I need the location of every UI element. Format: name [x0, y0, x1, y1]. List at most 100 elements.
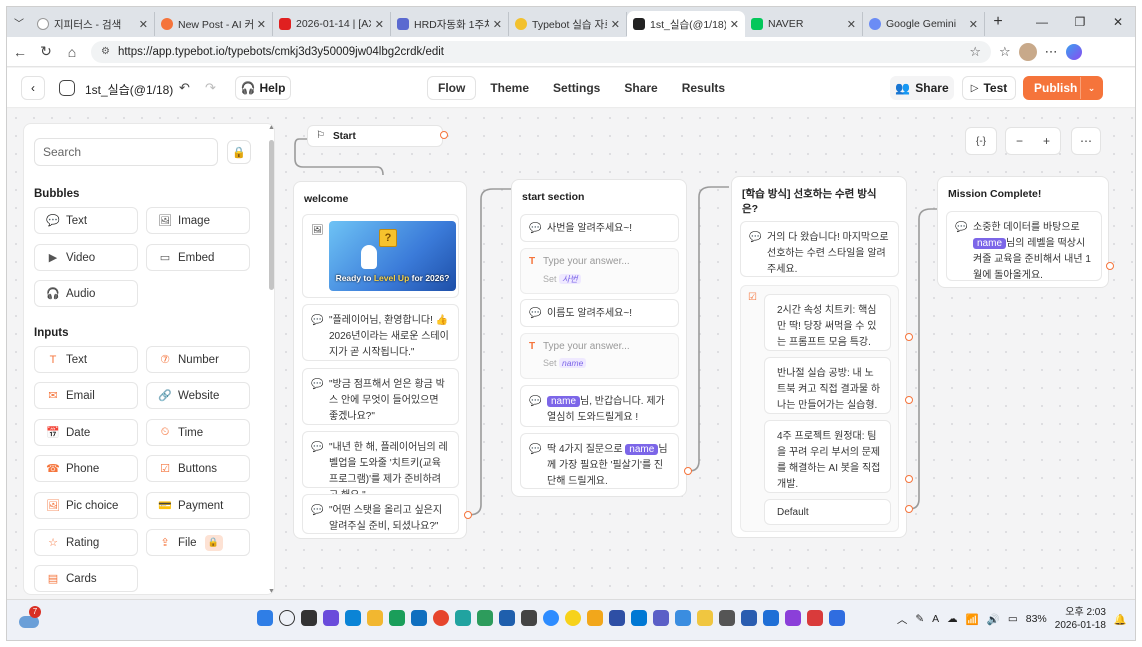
ime-icon[interactable]: A: [932, 613, 939, 625]
task-view-icon[interactable]: [301, 610, 317, 626]
text-bubble-card[interactable]: 💬 딱 4가지 질문으로 name 님께 가장 필요한 '필살기'를 진단해 드릴게…: [520, 433, 679, 489]
copilot-icon[interactable]: [323, 610, 339, 626]
app-icon[interactable]: [521, 610, 537, 626]
close-icon[interactable]: ✕: [611, 18, 620, 31]
start-section-output-handle[interactable]: [684, 467, 692, 475]
tab-share[interactable]: Share: [614, 76, 667, 100]
group-start-section[interactable]: start section 💬 사번을 알려주세요~! T Type your a…: [511, 179, 687, 497]
chevron-up-icon[interactable]: ︿: [897, 612, 908, 627]
browser-tab[interactable]: NAVER ✕: [745, 12, 863, 36]
option-3-output-handle[interactable]: [905, 475, 913, 483]
test-button[interactable]: ▷ Test: [962, 76, 1016, 100]
browser-tab[interactable]: New Post - AI 커뮤니 ✕: [155, 12, 273, 36]
close-icon[interactable]: ✕: [257, 18, 266, 31]
app-icon[interactable]: [499, 610, 515, 626]
minimize-icon[interactable]: —: [1023, 15, 1061, 29]
bookmark-star-icon[interactable]: ☆: [969, 44, 981, 60]
app-icon[interactable]: [697, 610, 713, 626]
text-bubble-card[interactable]: 💬 이름도 알려주세요~!: [520, 299, 679, 327]
favorites-icon[interactable]: ☆: [999, 44, 1011, 60]
tab-search-chevron-icon[interactable]: ﹀: [7, 7, 31, 37]
app-icon[interactable]: [477, 610, 493, 626]
more-options-button[interactable]: ⋯: [1071, 127, 1101, 155]
text-bubble-card[interactable]: 💬 "어떤 스탯을 올리고 싶은지 알려주실 준비, 되셨나요?": [302, 494, 459, 534]
back-button[interactable]: ‹: [21, 76, 45, 100]
choice-option[interactable]: 4주 프로젝트 원정대: 팀을 꾸려 우리 부서의 문제를 해결하는 AI 봇을…: [764, 420, 891, 493]
text-bubble-card[interactable]: 💬 "방금 점프해서 얻은 황금 박스 안에 무엇이 들어있으면 좋겠나요?": [302, 368, 459, 425]
undo-icon[interactable]: ↶: [179, 80, 190, 96]
settings-gear-icon[interactable]: [719, 610, 735, 626]
text-input-card[interactable]: T Type your answer... Set 사번: [520, 248, 679, 294]
browser-tab[interactable]: 2026-01-14 | [AX] H ✕: [273, 12, 391, 36]
welcome-output-handle[interactable]: [464, 511, 472, 519]
copilot-icon[interactable]: [1065, 43, 1082, 60]
browser-tab[interactable]: HRD자동화 1주차 강 ✕: [391, 12, 509, 36]
app-icon[interactable]: [807, 610, 823, 626]
help-button[interactable]: 🎧 Help: [235, 76, 291, 100]
window-close-icon[interactable]: ✕: [1099, 15, 1135, 29]
close-icon[interactable]: ✕: [493, 18, 502, 31]
group-welcome[interactable]: welcome 🖼 ? Ready to Level Up for 2026? …: [293, 181, 467, 539]
default-output-handle[interactable]: [905, 505, 913, 513]
default-option[interactable]: Default: [764, 499, 891, 525]
site-info-icon[interactable]: ⚙: [101, 46, 110, 57]
close-icon[interactable]: ✕: [730, 18, 739, 31]
option-1-output-handle[interactable]: [905, 333, 913, 341]
more-menu-icon[interactable]: ⋯: [1045, 44, 1058, 60]
battery-icon[interactable]: ▭: [1008, 613, 1018, 625]
close-icon[interactable]: ✕: [969, 18, 978, 31]
app-icon[interactable]: [455, 610, 471, 626]
app-icon[interactable]: [763, 610, 779, 626]
edge-icon[interactable]: [345, 610, 361, 626]
app-icon[interactable]: [741, 610, 757, 626]
weather-widget[interactable]: 7: [19, 606, 41, 630]
app-icon[interactable]: [785, 610, 801, 626]
wifi-icon[interactable]: 📶: [966, 613, 979, 626]
start-output-handle[interactable]: [440, 131, 448, 139]
mission-output-handle[interactable]: [1106, 262, 1114, 270]
close-icon[interactable]: ✕: [375, 18, 384, 31]
option-2-output-handle[interactable]: [905, 396, 913, 404]
text-bubble-card[interactable]: 💬 "플레이어님, 환영합니다! 👍 2026년이라는 새로운 스테이지가 곧 시…: [302, 304, 459, 361]
system-clock[interactable]: 오후 2:03 2026-01-18: [1055, 606, 1106, 632]
new-tab-icon[interactable]: +: [985, 13, 1011, 31]
outlook-icon[interactable]: [631, 610, 647, 626]
chevron-down-icon[interactable]: ⌄: [1080, 77, 1102, 99]
app-icon[interactable]: [587, 610, 603, 626]
back-arrow-icon[interactable]: ←: [7, 44, 33, 60]
windows-start-icon[interactable]: [257, 610, 273, 626]
notification-bell-icon[interactable]: 🔔: [1114, 613, 1127, 626]
tab-flow[interactable]: Flow: [427, 76, 477, 100]
tab-theme[interactable]: Theme: [480, 76, 539, 100]
text-bubble-card[interactable]: 💬 name 님, 반갑습니다. 제가 열심히 도와드릴게요 !: [520, 385, 679, 427]
zoom-out-icon[interactable]: −: [1016, 134, 1023, 148]
app-icon[interactable]: [609, 610, 625, 626]
text-bubble-card[interactable]: 💬 소중한 데이터를 바탕으로 name 님의 레벨을 떡상시켜줄 교육을 준비해서…: [946, 211, 1102, 281]
tab-settings[interactable]: Settings: [543, 76, 610, 100]
close-icon[interactable]: ✕: [847, 18, 856, 31]
reload-icon[interactable]: ↻: [33, 43, 59, 60]
edge-profile-icon[interactable]: [411, 610, 427, 626]
url-field[interactable]: ⚙ https://app.typebot.io/typebots/cmkj3d…: [91, 40, 991, 63]
text-bubble-card[interactable]: 💬 사번을 알려주세요~!: [520, 214, 679, 242]
choice-option[interactable]: 2시간 속성 치트키: 핵심만 딱! 당장 써먹을 수 있는 프롬프트 모음 특…: [764, 294, 891, 351]
text-bubble-card[interactable]: 💬 "내년 한 해, 플레이어님의 레벨업을 도와줄 '치트키(교육 프로그램)'…: [302, 431, 459, 501]
group-mission-complete[interactable]: Mission Complete! 💬 소중한 데이터를 바탕으로 name 님의 …: [937, 176, 1109, 288]
browser-tab[interactable]: 지피터스 - 검색 ✕: [31, 12, 155, 36]
app-icon[interactable]: [389, 610, 405, 626]
teams-icon[interactable]: [653, 610, 669, 626]
maximize-icon[interactable]: ❐: [1061, 15, 1099, 29]
search-icon[interactable]: [279, 610, 295, 626]
publish-button[interactable]: Publish ⌄: [1023, 76, 1103, 100]
weather-tray-icon[interactable]: ☁: [947, 613, 958, 625]
zoom-icon[interactable]: [543, 610, 559, 626]
kakaotalk-icon[interactable]: [565, 610, 581, 626]
browser-tab[interactable]: Typebot 실습 자료 ✕: [509, 12, 627, 36]
image-bubble-card[interactable]: 🖼 ? Ready to Level Up for 2026?: [302, 214, 459, 298]
group-learning-method[interactable]: [학습 방식] 선호하는 수련 방식은? 💬 거의 다 왔습니다! 마지막으로 선…: [731, 176, 907, 538]
redo-icon[interactable]: ↷: [205, 80, 216, 96]
browser-tab-active[interactable]: 1st_실습(@1/18) | T ✕: [627, 11, 745, 37]
bot-icon[interactable]: [59, 80, 75, 96]
variables-button[interactable]: {-}: [965, 127, 997, 155]
close-icon[interactable]: ✕: [139, 18, 148, 31]
